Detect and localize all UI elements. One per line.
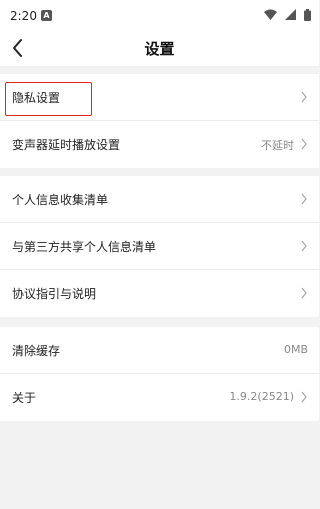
settings-group-3: 清除缓存 0MB 关于 1.9.2(2521): [0, 327, 319, 421]
personal-info-collection-row[interactable]: 个人信息收集清单: [0, 176, 319, 223]
row-label: 协议指引与说明: [12, 287, 97, 301]
cache-size-value: 0MB: [283, 343, 308, 356]
row-label: 清除缓存: [12, 344, 61, 358]
chevron-right-icon: [301, 240, 307, 252]
status-bar: 2:20 A: [0, 0, 319, 30]
version-value: 1.9.2(2521): [229, 390, 294, 403]
status-icons: [261, 9, 311, 21]
nav-bar: 设置: [0, 30, 319, 66]
signal-icon: [284, 9, 296, 20]
page-title: 设置: [144, 40, 175, 58]
settings-group-2: 个人信息收集清单 与第三方共享个人信息清单 协议指引与说明: [0, 176, 319, 317]
row-label: 个人信息收集清单: [12, 193, 109, 207]
chevron-right-icon: [301, 91, 307, 103]
chevron-right-icon: [301, 193, 307, 205]
status-time: 2:20: [10, 9, 37, 23]
third-party-sharing-row[interactable]: 与第三方共享个人信息清单: [0, 223, 319, 270]
agreement-guide-row[interactable]: 协议指引与说明: [0, 270, 319, 317]
notification-icon: A: [41, 10, 52, 21]
chevron-right-icon: [301, 287, 307, 299]
about-row[interactable]: 关于 1.9.2(2521): [0, 374, 319, 421]
wifi-icon: [263, 9, 277, 20]
row-label: 关于: [12, 391, 37, 405]
row-label: 变声器延时播放设置: [12, 138, 121, 152]
clear-cache-row[interactable]: 清除缓存 0MB: [0, 327, 319, 374]
row-value: 不延时: [261, 139, 294, 152]
chevron-right-icon: [301, 138, 307, 150]
voice-changer-delay-row[interactable]: 变声器延时播放设置 不延时: [0, 121, 319, 168]
row-label: 与第三方共享个人信息清单: [12, 240, 157, 254]
chevron-right-icon: [301, 391, 307, 403]
battery-icon: [304, 9, 311, 21]
highlight-box: [5, 82, 92, 116]
